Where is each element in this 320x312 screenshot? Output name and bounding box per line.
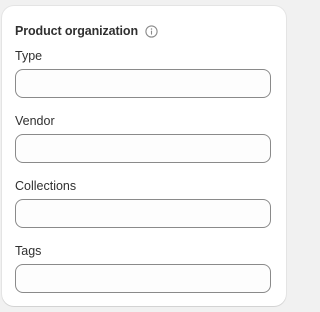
collections-field: Collections	[15, 178, 271, 228]
info-circle-icon	[145, 24, 158, 38]
collections-label: Collections	[15, 179, 77, 193]
type-input[interactable]	[15, 69, 271, 98]
product-organization-card: Product organization Type Vendor Collect…	[2, 6, 286, 306]
tags-field: Tags	[15, 243, 271, 293]
card-header: Product organization	[15, 22, 158, 40]
type-field: Type	[15, 48, 271, 98]
vendor-label: Vendor	[15, 114, 55, 128]
info-icon[interactable]	[145, 24, 158, 38]
tags-label: Tags	[15, 244, 42, 258]
collections-input[interactable]	[15, 199, 271, 228]
vendor-field: Vendor	[15, 113, 271, 163]
type-label: Type	[15, 49, 43, 63]
card-title: Product organization	[15, 24, 139, 38]
vendor-input[interactable]	[15, 134, 271, 163]
tags-input[interactable]	[15, 264, 271, 293]
